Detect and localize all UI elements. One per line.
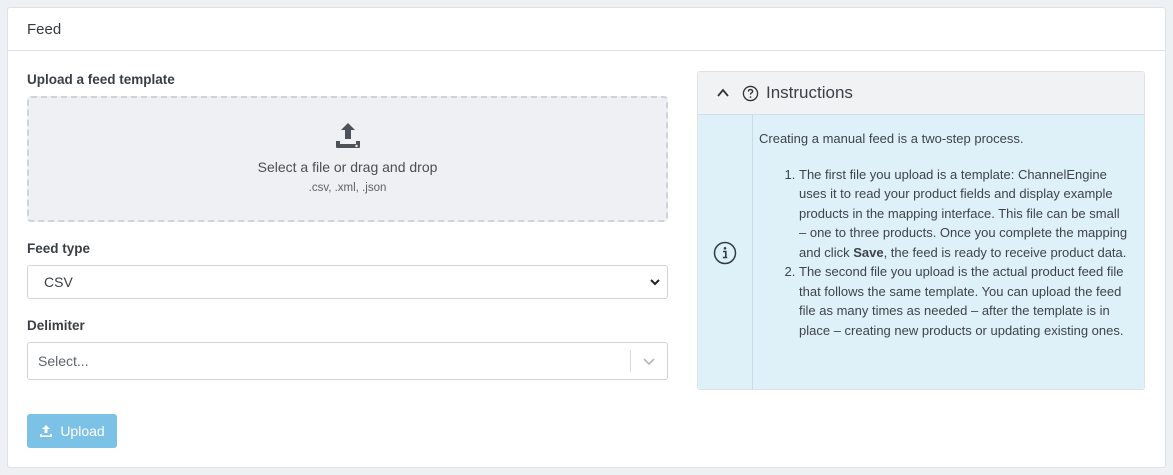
feed-type-label: Feed type [27, 241, 91, 256]
dropzone-file-types: .csv, .xml, .json [308, 182, 387, 194]
feed-card: Feed Upload a feed template Select a fil… [7, 7, 1166, 468]
chevron-down-icon [650, 279, 660, 286]
step1-text-end: , the feed is ready to receive product d… [883, 244, 1127, 260]
info-icon [713, 241, 737, 264]
card-title: Feed [27, 20, 62, 38]
info-column [698, 115, 753, 389]
instructions-steps: The first file you upload is a template:… [759, 165, 1128, 341]
upload-icon [40, 425, 53, 437]
upload-tray-icon [335, 123, 360, 148]
upload-button[interactable]: Upload [27, 414, 117, 448]
card-header: Feed [8, 8, 1165, 51]
question-circle-icon [742, 85, 759, 101]
chevron-up-icon[interactable] [716, 86, 730, 100]
delimiter-label: Delimiter [27, 318, 85, 333]
instructions-panel: Instructions Creating a manual feed is a… [697, 71, 1145, 390]
upload-button-label: Upload [60, 423, 105, 439]
instructions-title: Instructions [766, 83, 853, 102]
delimiter-dropdown-toggle[interactable] [631, 354, 667, 368]
feed-type-value: CSV [44, 274, 73, 290]
instructions-body: Creating a manual feed is a two-step pro… [698, 115, 1144, 389]
instructions-text: Creating a manual feed is a two-step pro… [753, 115, 1144, 389]
instructions-header[interactable]: Instructions [698, 72, 1144, 115]
delimiter-select[interactable]: Select... [27, 342, 668, 380]
chevron-down-icon [643, 358, 655, 366]
instructions-step-2: The second file you upload is the actual… [799, 262, 1128, 340]
feed-type-select[interactable]: CSV [27, 265, 668, 299]
upload-label: Upload a feed template [27, 72, 175, 87]
instructions-intro: Creating a manual feed is a two-step pro… [759, 131, 1024, 146]
save-emphasis: Save [853, 244, 884, 260]
delimiter-placeholder: Select... [38, 353, 89, 369]
dropzone-text: Select a file or drag and drop [257, 159, 438, 175]
file-dropzone[interactable]: Select a file or drag and drop .csv, .xm… [27, 96, 668, 222]
instructions-step-1: The first file you upload is a template:… [799, 165, 1128, 263]
feed-form: Upload a feed template Select a file or … [27, 72, 668, 380]
